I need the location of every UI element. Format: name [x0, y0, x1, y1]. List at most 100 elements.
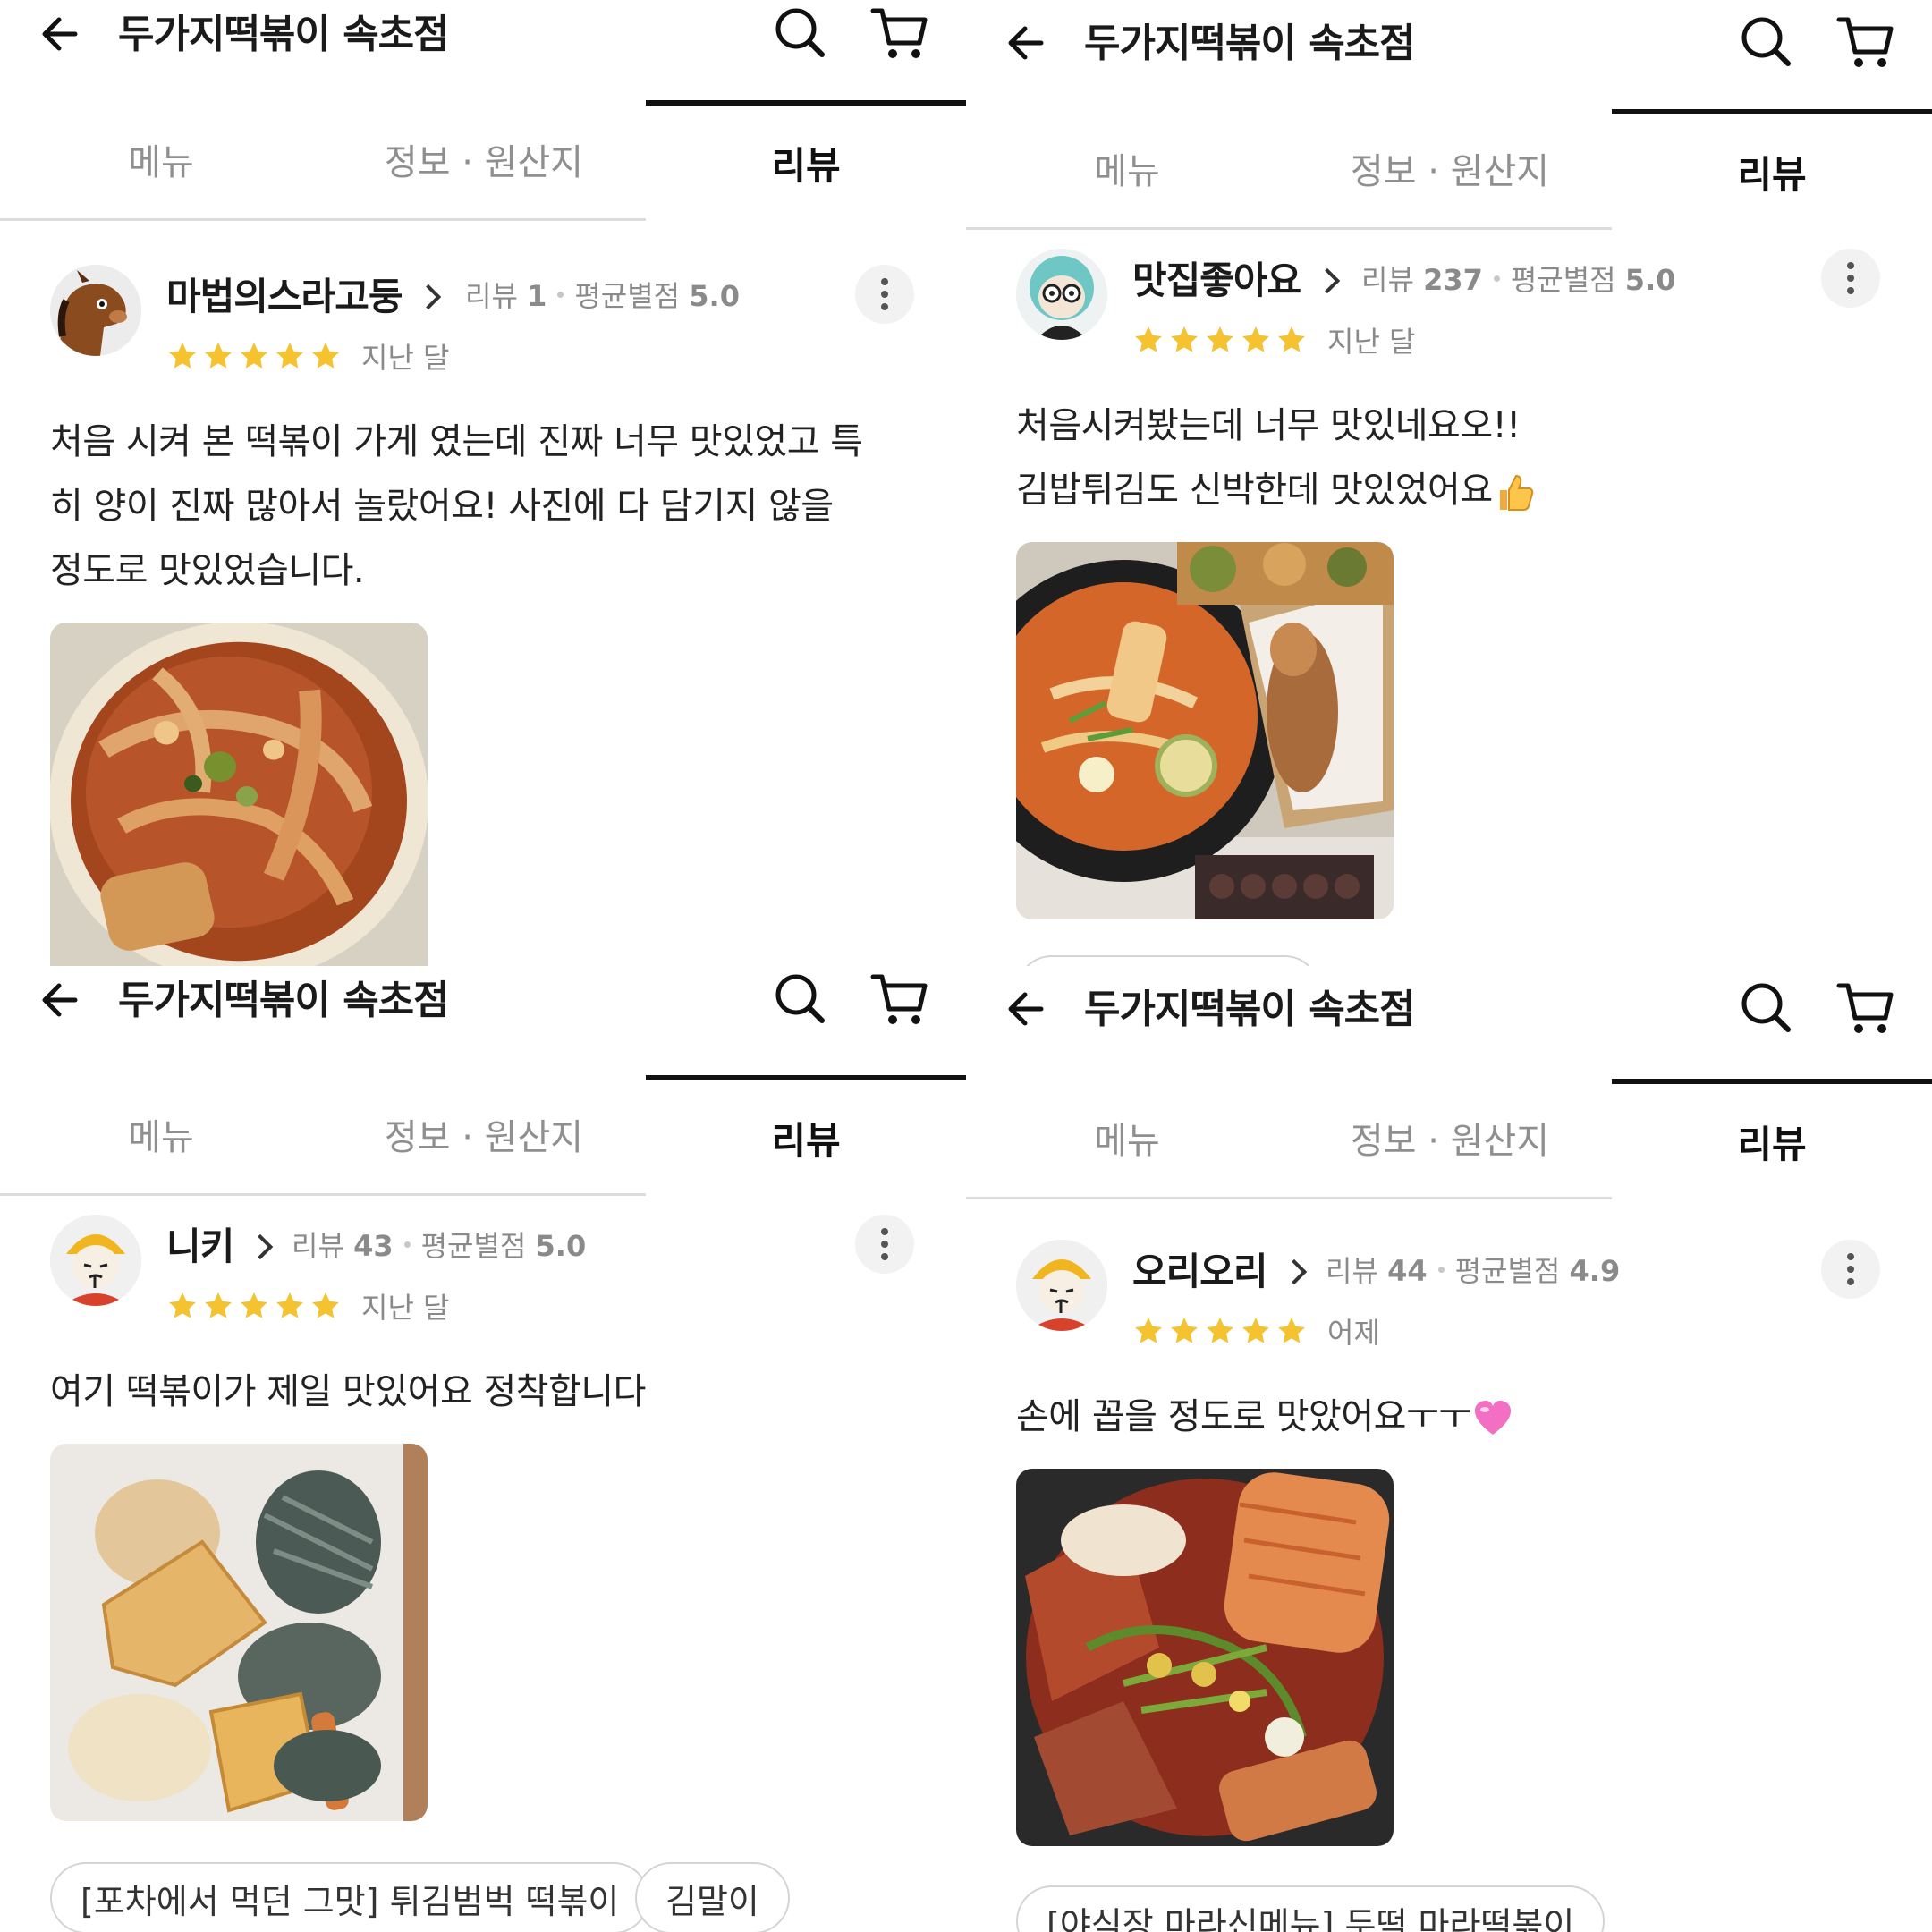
- search-icon[interactable]: [1737, 13, 1794, 70]
- more-options-icon[interactable]: [1821, 1240, 1880, 1299]
- hat-avatar-icon[interactable]: [1016, 1240, 1107, 1331]
- tab-menu[interactable]: 메뉴: [966, 109, 1288, 230]
- app-header: 두가지떡볶이 속초점: [966, 9, 1932, 72]
- username-text: 오리오리: [1132, 1250, 1268, 1293]
- stars: [1132, 324, 1311, 356]
- review-line: 히 양이 진짜 많아서 놀랐어요! 사진에 다 담기지 않을: [50, 486, 834, 527]
- username[interactable]: 마법의스라고둥: [166, 267, 455, 321]
- horse-avatar-icon[interactable]: [50, 265, 141, 356]
- username-text: 마법의스라고둥: [166, 275, 402, 318]
- search-icon[interactable]: [771, 4, 828, 61]
- menu-chip[interactable]: 김말이: [635, 1862, 790, 1932]
- arrow-left-icon[interactable]: [39, 9, 89, 59]
- review-screen-1: 두가지떡볶이 속초점 메뉴 정보 · 원산지 리뷰 마법의스라고둥 리뷰 1 평균…: [0, 0, 966, 966]
- arrow-left-icon[interactable]: [1005, 18, 1055, 68]
- tab-review[interactable]: 리뷰: [646, 1075, 966, 1196]
- tab-menu[interactable]: 메뉴: [0, 100, 322, 221]
- tab-info-origin[interactable]: 정보 · 원산지: [322, 1075, 646, 1196]
- avg-rating: 5.0: [535, 1229, 587, 1263]
- avg-rating: 4.9: [1569, 1254, 1621, 1288]
- review-count-label: 리뷰: [1326, 1254, 1378, 1288]
- star-icon: [205, 1292, 232, 1318]
- review-text: 처음 시켜 본 떡볶이 가게 였는데 진짜 너무 맛있었고 특 히 양이 진짜 …: [50, 410, 863, 603]
- star-icon: [312, 343, 339, 369]
- tab-info-origin[interactable]: 정보 · 원산지: [1288, 109, 1612, 230]
- app-header: 두가지떡볶이 속초점: [0, 966, 966, 1029]
- tab-info-origin[interactable]: 정보 · 원산지: [1288, 1079, 1612, 1199]
- username-text: 니키: [166, 1224, 234, 1268]
- tab-info-origin[interactable]: 정보 · 원산지: [322, 100, 646, 221]
- tab-bar: 메뉴 정보 · 원산지 리뷰: [0, 100, 966, 221]
- arrow-left-icon[interactable]: [39, 975, 89, 1025]
- reviewer-stats: 리뷰 44 평균별점 4.9: [1326, 1249, 1620, 1290]
- menu-chip-partial[interactable]: [1016, 955, 1320, 966]
- star-icon: [1278, 1318, 1305, 1343]
- star-icon: [1278, 326, 1305, 352]
- tab-bar: 메뉴 정보 · 원산지 리뷰: [0, 1075, 966, 1196]
- cart-icon[interactable]: [1835, 979, 1896, 1036]
- search-icon[interactable]: [1737, 979, 1794, 1036]
- app-header: 두가지떡볶이 속초점: [966, 975, 1932, 1038]
- star-icon: [169, 1292, 196, 1318]
- star-icon: [1242, 1318, 1269, 1343]
- review-count: 237: [1423, 263, 1483, 297]
- tab-menu[interactable]: 메뉴: [0, 1075, 322, 1196]
- review-date: 지난 달: [1327, 325, 1416, 359]
- cart-icon[interactable]: [1835, 13, 1896, 70]
- review-date: 지난 달: [361, 341, 450, 375]
- username[interactable]: 니키: [166, 1216, 287, 1271]
- review-date: 지난 달: [361, 1291, 450, 1325]
- fried-food-photo[interactable]: [50, 1444, 428, 1821]
- more-options-icon[interactable]: [855, 265, 914, 324]
- search-icon[interactable]: [771, 970, 828, 1027]
- review-line: 여기 떡볶이가 제일 맛있어요 정착합니다: [50, 1371, 646, 1412]
- screenshot-collage: 두가지떡볶이 속초점 메뉴 정보 · 원산지 리뷰 마법의스라고둥 리뷰 1 평균…: [0, 0, 1932, 1932]
- more-options-icon[interactable]: [855, 1215, 914, 1274]
- avg-rating-label: 평균별점: [420, 1229, 527, 1263]
- username[interactable]: 오리오리: [1132, 1241, 1321, 1296]
- star-icon: [1135, 1318, 1162, 1343]
- tteokbokki-and-fried-food-photo[interactable]: [1016, 542, 1394, 919]
- review-text: 처음시켜봤는데 너무 맛있네요오!! 김밥튀김도 신박한데 맛있었어요: [1016, 394, 1536, 522]
- menu-chip[interactable]: [포차에서 먹던 그맛] 튀김범벅 떡볶이: [50, 1862, 650, 1932]
- chevron-right-icon: [1315, 267, 1341, 293]
- star-icon: [205, 343, 232, 369]
- glasses-avatar-icon[interactable]: [1016, 249, 1107, 340]
- review-line: 처음 시켜 본 떡볶이 가게 였는데 진짜 너무 맛있었고 특: [50, 421, 863, 462]
- tab-review[interactable]: 리뷰: [646, 100, 966, 221]
- star-rating: 지난 달: [166, 1288, 450, 1325]
- reviewer-stats: 리뷰 1 평균별점 5.0: [465, 274, 740, 315]
- star-icon: [276, 1292, 303, 1318]
- star-icon: [1171, 326, 1198, 352]
- star-icon: [1207, 1318, 1233, 1343]
- app-header: 두가지떡볶이 속초점: [0, 0, 966, 63]
- stars: [166, 1290, 345, 1322]
- username[interactable]: 맛집좋아요: [1132, 250, 1354, 305]
- pink-heart-icon: [1474, 1401, 1511, 1435]
- review-count-label: 리뷰: [1361, 263, 1414, 297]
- review-date: 어제: [1327, 1316, 1380, 1350]
- more-options-icon[interactable]: [1821, 249, 1880, 308]
- thumbs-up-icon: [1499, 474, 1533, 511]
- tab-review[interactable]: 리뷰: [1612, 109, 1932, 230]
- store-title: 두가지떡볶이 속초점: [1084, 21, 1416, 66]
- cart-icon[interactable]: [869, 970, 930, 1027]
- mala-tteokbokki-photo[interactable]: [1016, 1469, 1394, 1846]
- review-count: 43: [353, 1229, 394, 1263]
- star-icon: [1207, 326, 1233, 352]
- reviewer-stats: 리뷰 237 평균별점 5.0: [1361, 258, 1675, 299]
- store-title: 두가지떡볶이 속초점: [118, 12, 450, 57]
- arrow-left-icon[interactable]: [1005, 984, 1055, 1034]
- hat-avatar-icon[interactable]: [50, 1215, 141, 1306]
- tab-review[interactable]: 리뷰: [1612, 1079, 1932, 1199]
- store-title: 두가지떡볶이 속초점: [1084, 987, 1416, 1032]
- tab-menu[interactable]: 메뉴: [966, 1079, 1288, 1199]
- menu-chip[interactable]: [야식장 마라신메뉴] 두떡 마라떡볶이: [1016, 1885, 1606, 1932]
- chevron-right-icon: [248, 1233, 274, 1259]
- review-text: 손에 꼽을 정도로 맛았어요ㅜㅜ: [1016, 1385, 1514, 1449]
- review-count-label: 리뷰: [292, 1229, 344, 1263]
- star-rating: 어제: [1132, 1313, 1380, 1350]
- avg-rating-label: 평균별점: [1510, 263, 1616, 297]
- tteokbokki-bowl-photo[interactable]: [50, 623, 428, 966]
- cart-icon[interactable]: [869, 4, 930, 61]
